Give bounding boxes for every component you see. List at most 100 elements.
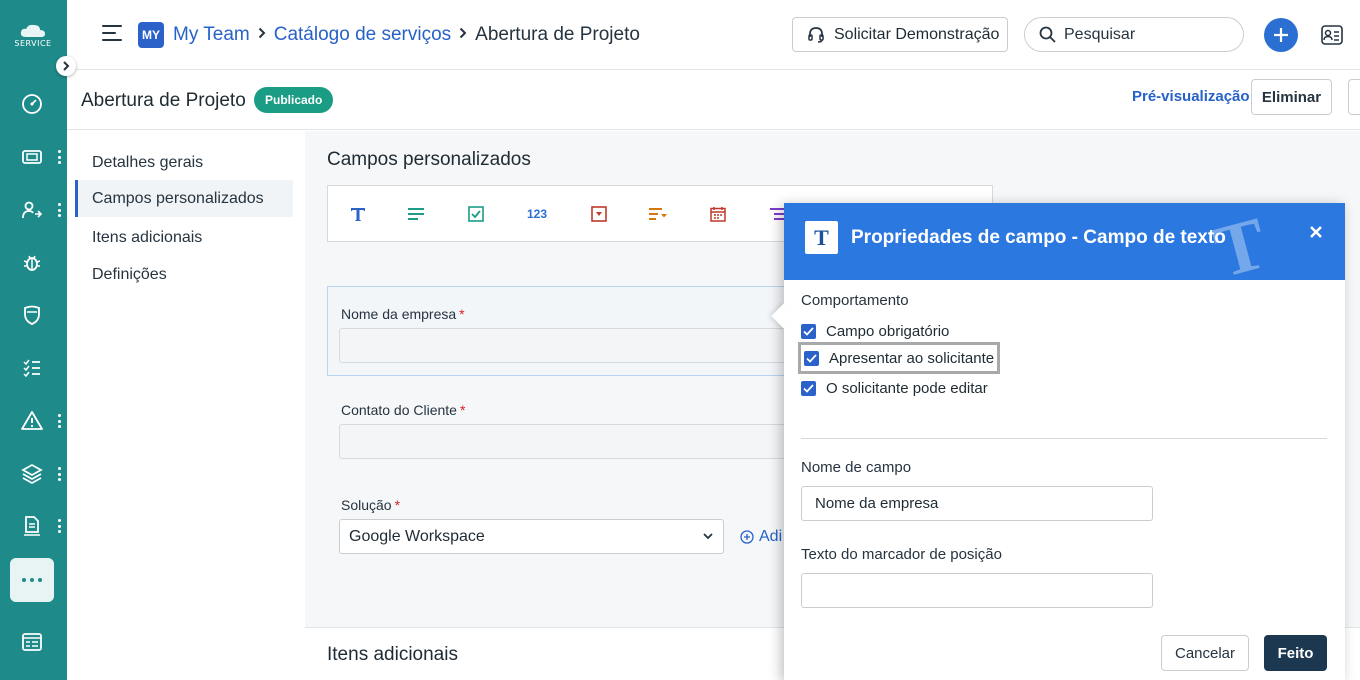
nav-releases[interactable]	[14, 297, 50, 333]
dropdown-icon[interactable]	[587, 203, 611, 225]
bug-icon	[23, 255, 41, 271]
required-checkbox[interactable]: Campo obrigatório	[801, 321, 949, 341]
checklist-icon	[23, 359, 40, 378]
checkbox-icon[interactable]	[464, 203, 488, 225]
warning-icon	[21, 411, 43, 430]
text-watermark-icon: T	[1206, 203, 1276, 280]
nav-solutions[interactable]	[14, 624, 50, 660]
date-icon[interactable]	[706, 203, 730, 225]
page-header: Abertura de Projeto Publicado Pré-visual…	[67, 70, 1360, 130]
preview-link[interactable]: Pré-visualização	[1132, 88, 1250, 105]
expand-sidebar-button[interactable]	[56, 56, 76, 76]
solution-select-value: Google Workspace	[349, 527, 485, 545]
app-logo[interactable]: SERVICE	[12, 24, 54, 48]
paragraph-icon[interactable]	[404, 203, 428, 225]
section-title: Campos personalizados	[327, 149, 531, 170]
requester-can-edit-checkbox[interactable]: O solicitante pode editar	[801, 378, 988, 398]
panel-title: Propriedades de campo - Campo de texto	[851, 227, 1226, 248]
field-label: Solução *	[341, 497, 401, 513]
placeholder-label: Texto do marcador de posição	[801, 546, 1002, 563]
additional-items-title: Itens adicionais	[327, 644, 458, 665]
nav-alerts[interactable]	[14, 403, 50, 439]
request-demo-button[interactable]: Solicitar Demonstração	[792, 17, 1008, 52]
tab-general-details[interactable]: Detalhes gerais	[75, 144, 293, 181]
top-header: MY My Team Catálogo de serviços Abertura…	[67, 0, 1360, 70]
add-new-button[interactable]	[1264, 18, 1298, 52]
status-badge: Publicado	[254, 87, 334, 113]
field-card-company-name[interactable]: Nome da empresa *	[327, 286, 799, 376]
chevron-right-icon	[459, 26, 467, 44]
cancel-button[interactable]: Cancelar	[1161, 635, 1249, 671]
delete-button[interactable]: Eliminar	[1251, 79, 1332, 115]
multiselect-icon[interactable]	[646, 203, 670, 225]
tickets-menu-dots[interactable]	[57, 150, 61, 164]
chevron-down-icon	[703, 533, 713, 540]
cloud-logo-icon	[20, 24, 45, 37]
chevron-right-icon	[258, 26, 266, 44]
client-contact-field[interactable]	[339, 424, 799, 459]
field-name-label: Nome de campo	[801, 459, 912, 476]
behaviour-label: Comportamento	[801, 292, 909, 309]
number-icon[interactable]: 123	[524, 203, 550, 225]
checkbox-checked-icon	[801, 380, 816, 396]
field-label: Nome da empresa *	[341, 306, 465, 322]
changes-menu-dots[interactable]	[57, 203, 61, 217]
workspace-icon[interactable]: MY	[138, 22, 164, 48]
tab-additional-items[interactable]: Itens adicionais	[75, 219, 293, 256]
profile-button[interactable]	[1317, 18, 1347, 52]
tab-settings[interactable]: Definições	[75, 256, 293, 293]
panel-header: T Propriedades de campo - Campo de texto…	[784, 203, 1345, 280]
hamburger-menu-icon[interactable]	[102, 25, 122, 43]
search-input[interactable]: Pesquisar	[1024, 17, 1244, 52]
breadcrumb: My Team Catálogo de serviços Abertura de…	[173, 22, 640, 48]
nav-reports[interactable]	[14, 508, 50, 544]
company-name-field[interactable]	[339, 328, 799, 363]
tickets-icon	[22, 150, 42, 164]
chevron-right-icon	[63, 61, 70, 71]
document-icon	[24, 516, 40, 536]
nav-dashboard[interactable]	[14, 86, 50, 122]
tab-custom-fields[interactable]: Campos personalizados	[75, 180, 293, 217]
show-to-requester-checkbox[interactable]: Apresentar ao solicitante	[798, 342, 1001, 374]
plus-icon	[1274, 28, 1288, 42]
page-title: Abertura de Projeto	[81, 90, 246, 111]
done-button[interactable]: Feito	[1264, 635, 1327, 671]
field-label: Contato do Cliente *	[341, 402, 466, 418]
breadcrumb-my-team[interactable]: My Team	[173, 24, 250, 46]
app-logo-text: SERVICE	[14, 39, 52, 48]
checkbox-checked-icon	[804, 350, 819, 366]
field-name-input[interactable]: Nome da empresa	[801, 486, 1153, 521]
nav-problems[interactable]	[14, 245, 50, 281]
nav-tickets[interactable]	[14, 139, 50, 175]
settings-tabs: Detalhes gerais Campos personalizados It…	[67, 131, 305, 680]
add-option-link[interactable]: Adi	[740, 528, 782, 546]
field-properties-panel: T Propriedades de campo - Campo de texto…	[771, 203, 1345, 680]
search-placeholder: Pesquisar	[1064, 25, 1136, 43]
left-rail: SERVICE	[0, 0, 76, 680]
headset-icon	[808, 26, 824, 43]
alerts-menu-dots[interactable]	[57, 414, 61, 428]
checkbox-checked-icon	[801, 323, 816, 339]
shield-icon	[24, 305, 40, 325]
divider	[801, 438, 1327, 439]
dashboard-icon	[22, 94, 42, 114]
more-actions-button[interactable]	[1348, 79, 1360, 115]
request-demo-label: Solicitar Demonstração	[834, 25, 1000, 43]
text-field-icon[interactable]	[346, 203, 370, 225]
layers-icon	[21, 464, 43, 484]
close-icon[interactable]	[1305, 221, 1327, 243]
more-apps-button[interactable]	[10, 558, 54, 602]
breadcrumb-service-catalog[interactable]: Catálogo de serviços	[274, 24, 451, 46]
solution-select[interactable]: Google Workspace	[339, 519, 724, 554]
text-field-icon: T	[805, 221, 838, 254]
placeholder-input[interactable]	[801, 573, 1153, 608]
reports-menu-dots[interactable]	[57, 519, 61, 533]
user-card-icon	[1321, 25, 1343, 45]
changes-icon	[22, 201, 43, 219]
nav-assets[interactable]	[14, 456, 50, 492]
nav-tasks[interactable]	[14, 350, 50, 386]
search-icon	[1039, 26, 1056, 43]
board-icon	[22, 633, 42, 651]
nav-changes[interactable]	[14, 192, 50, 228]
assets-menu-dots[interactable]	[57, 467, 61, 481]
